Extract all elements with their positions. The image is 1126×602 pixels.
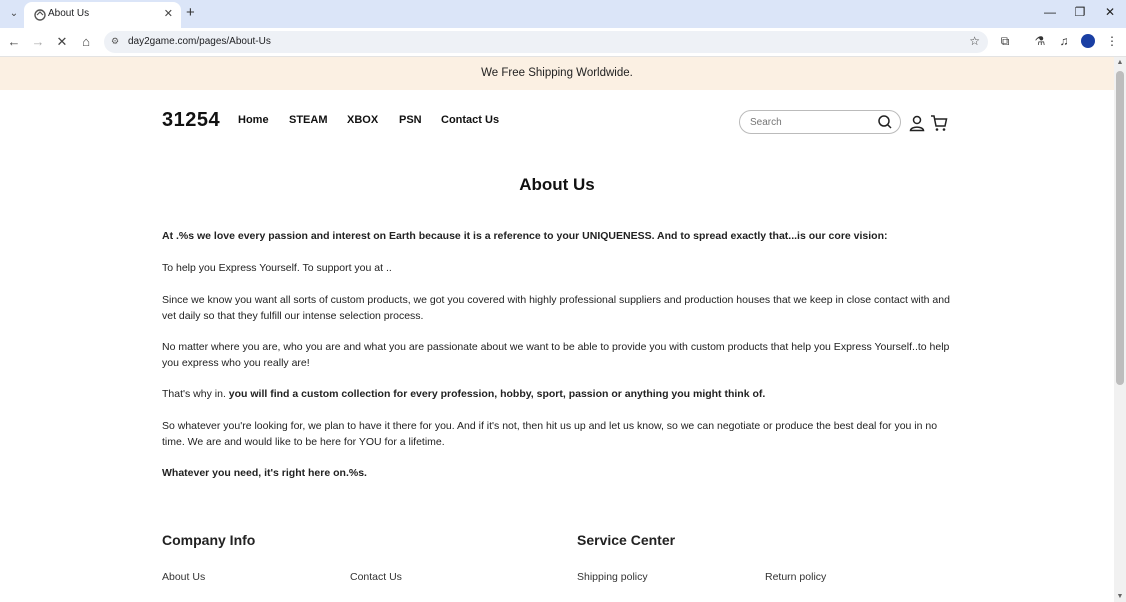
closing-paragraph: Whatever you need, it's right here on.%s… xyxy=(162,467,367,479)
forward-icon[interactable]: → xyxy=(29,34,47,49)
footer-service-heading: Service Center xyxy=(577,532,676,548)
browser-toolbar: ← → ✕ ⌂ ⚙ day2game.com/pages/About-Us ☆ … xyxy=(0,28,1126,57)
suppliers-paragraph: Since we know you want all sorts of cust… xyxy=(162,294,950,322)
account-icon[interactable] xyxy=(908,114,926,132)
announcement-bar: We Free Shipping Worldwide. xyxy=(0,57,1114,90)
footer-link-about-us[interactable]: About Us xyxy=(162,571,205,583)
collection-highlight: you will find a custom collection for ev… xyxy=(228,388,766,400)
lookingfor-paragraph: So whatever you're looking for, we plan … xyxy=(162,420,938,448)
search-input[interactable] xyxy=(750,114,870,130)
new-tab-icon[interactable]: + xyxy=(186,4,195,21)
site-info-icon[interactable]: ⚙ xyxy=(111,36,119,47)
search-box[interactable] xyxy=(739,110,901,134)
page-scrollbar[interactable]: ▲ ▼ xyxy=(1114,57,1126,602)
home-icon[interactable]: ⌂ xyxy=(77,34,95,49)
menu-kebab-icon[interactable]: ⋮ xyxy=(1103,34,1121,48)
nav-contact-us[interactable]: Contact Us xyxy=(441,114,499,126)
tab-search-chevron-icon[interactable]: ⌄ xyxy=(6,7,22,21)
favicon-icon xyxy=(34,9,46,21)
extensions-icon[interactable]: ⧉ xyxy=(996,34,1014,49)
tab-close-icon[interactable]: ✕ xyxy=(164,7,173,20)
scroll-down-arrow-icon[interactable]: ▼ xyxy=(1116,593,1124,600)
browser-tabstrip: ⌄ About Us ✕ + — ❐ ✕ xyxy=(0,0,1126,28)
profile-avatar-icon[interactable] xyxy=(1081,34,1095,48)
tab-title: About Us xyxy=(48,8,90,19)
browser-tab[interactable]: About Us ✕ xyxy=(24,2,181,28)
scroll-up-arrow-icon[interactable]: ▲ xyxy=(1116,59,1124,66)
search-icon[interactable] xyxy=(877,114,893,130)
nav-xbox[interactable]: XBOX xyxy=(347,114,378,126)
page-title: About Us xyxy=(519,175,595,194)
page-viewport: We Free Shipping Worldwide. 31254 Home S… xyxy=(0,57,1114,602)
footer-link-shipping-policy[interactable]: Shipping policy xyxy=(577,571,648,583)
nav-steam[interactable]: STEAM xyxy=(289,114,328,126)
footer-link-return-policy[interactable]: Return policy xyxy=(765,571,826,583)
address-bar[interactable]: ⚙ day2game.com/pages/About-Us ☆ xyxy=(104,31,988,53)
site-logo[interactable]: 31254 xyxy=(162,109,220,132)
collection-paragraph: That's why in. you will find a custom co… xyxy=(162,386,952,402)
back-icon[interactable]: ← xyxy=(5,34,23,49)
labs-icon[interactable]: ⚗ xyxy=(1031,34,1049,48)
bookmark-star-icon[interactable]: ☆ xyxy=(969,34,980,48)
restore-icon[interactable]: ❐ xyxy=(1070,5,1090,19)
close-window-icon[interactable]: ✕ xyxy=(1100,5,1120,19)
minimize-icon[interactable]: — xyxy=(1040,5,1060,19)
footer-link-contact-us[interactable]: Contact Us xyxy=(350,571,402,583)
stop-loading-icon[interactable]: ✕ xyxy=(53,34,71,50)
footer-company-heading: Company Info xyxy=(162,532,256,548)
nav-home[interactable]: Home xyxy=(238,114,269,126)
collection-text: That's why in. xyxy=(162,388,229,400)
intro-paragraph: At .%s we love every passion and interes… xyxy=(162,230,888,242)
url-text[interactable]: day2game.com/pages/About-Us xyxy=(128,36,271,47)
media-icon[interactable]: ♫ xyxy=(1055,34,1073,48)
passion-paragraph: No matter where you are, who you are and… xyxy=(162,341,950,369)
mission-paragraph: To help you Express Yourself. To support… xyxy=(162,262,392,274)
cart-icon[interactable] xyxy=(930,114,948,132)
scroll-thumb[interactable] xyxy=(1116,71,1124,385)
nav-psn[interactable]: PSN xyxy=(399,114,422,126)
